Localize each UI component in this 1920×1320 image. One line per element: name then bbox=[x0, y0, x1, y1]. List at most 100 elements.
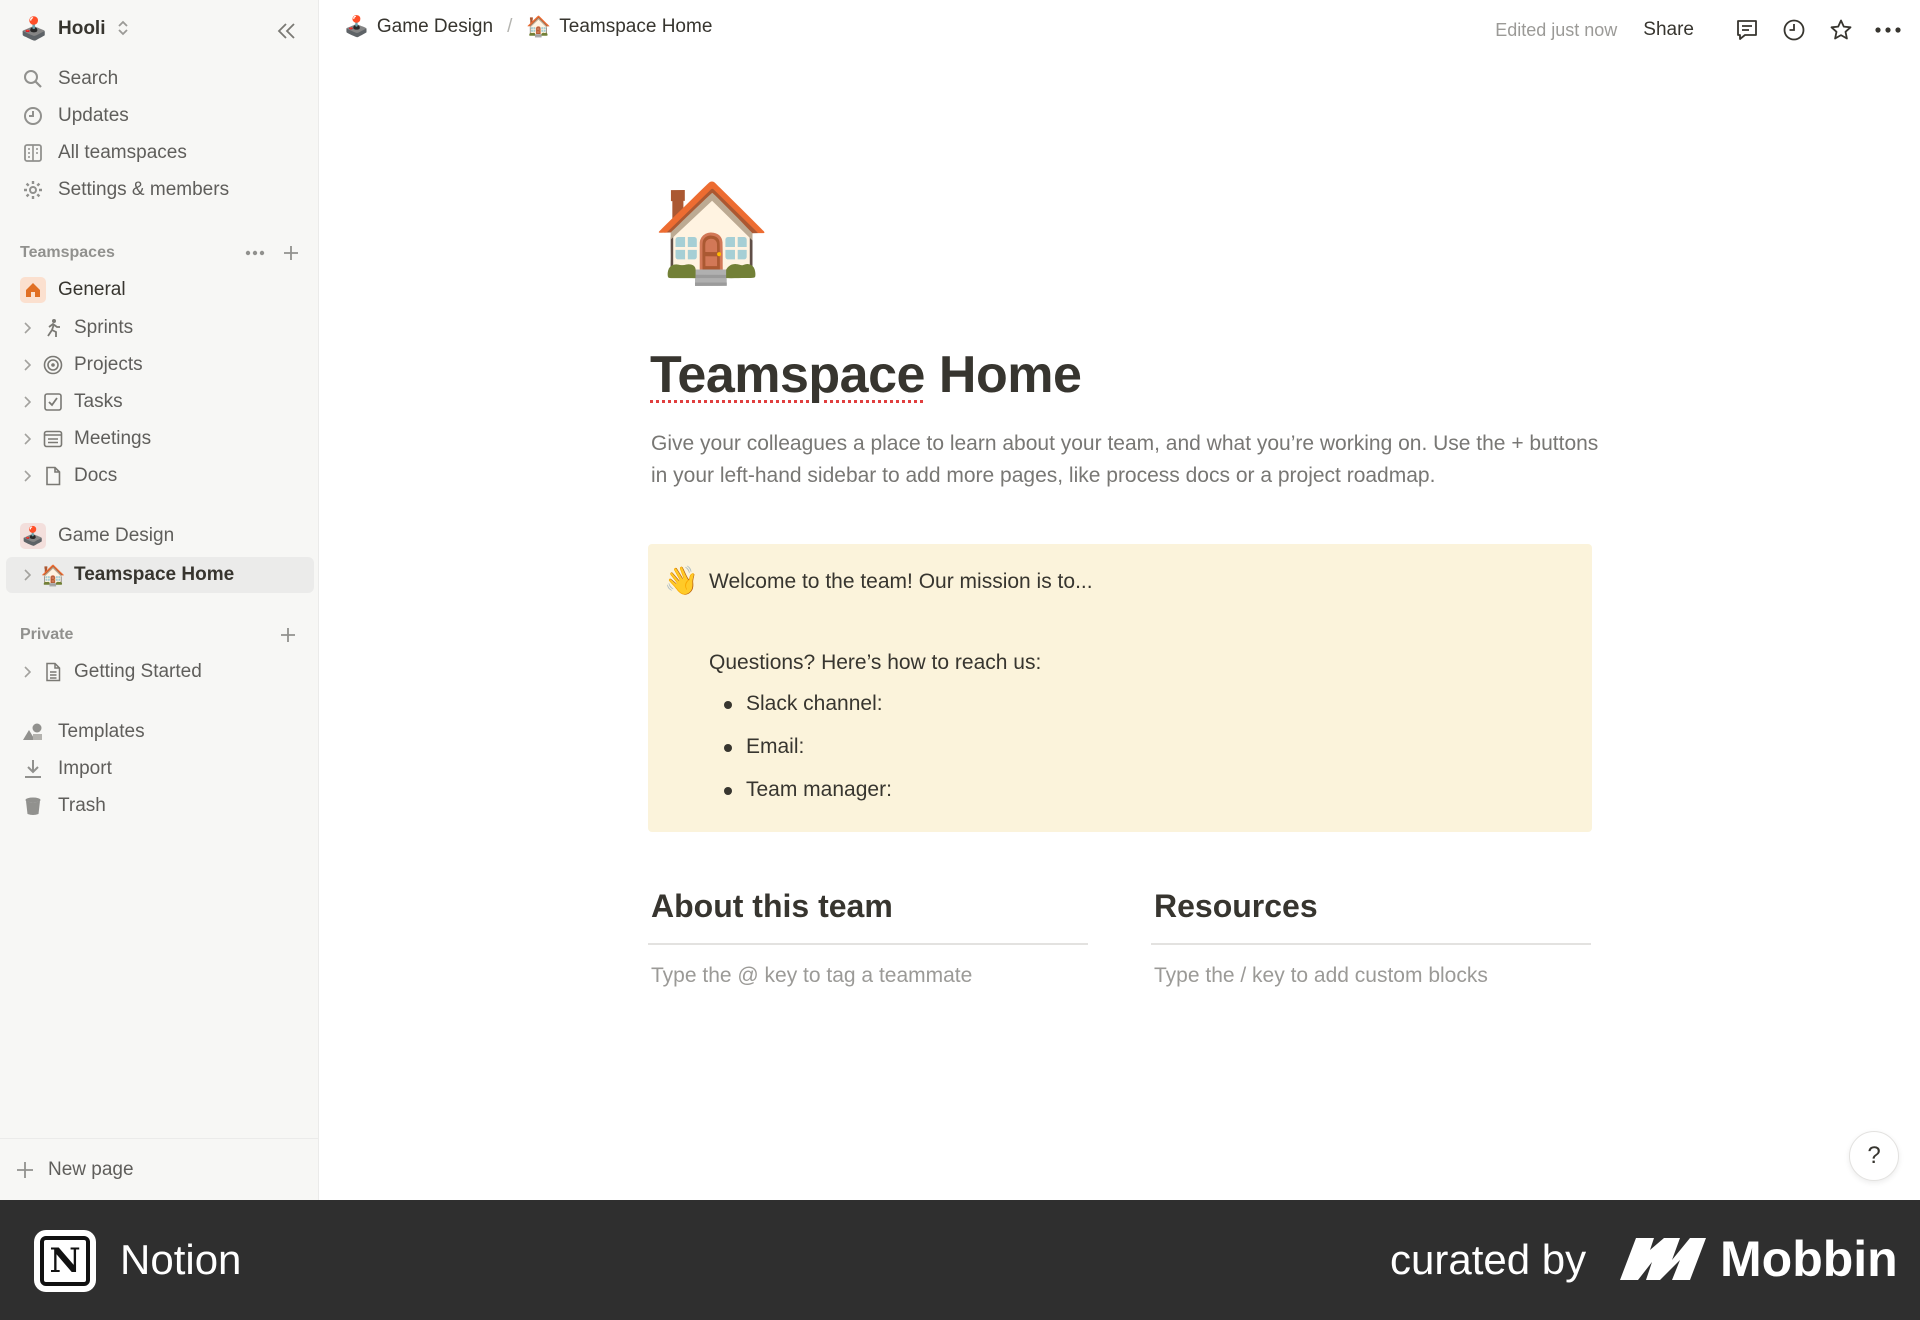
comments-icon[interactable] bbox=[1729, 12, 1765, 48]
sidebar-trash[interactable]: Trash bbox=[14, 788, 314, 824]
breadcrumb: 🕹️ Game Design / 🏠 Teamspace Home bbox=[344, 14, 712, 39]
breadcrumb-teamspace-home[interactable]: Teamspace Home bbox=[559, 16, 712, 38]
about-team-placeholder[interactable]: Type the @ key to tag a teammate bbox=[651, 964, 972, 988]
document-icon bbox=[40, 659, 66, 685]
private-actions bbox=[277, 624, 299, 646]
chevron-right-icon[interactable] bbox=[18, 430, 36, 448]
welcome-callout[interactable]: 👋 Welcome to the team! Our mission is to… bbox=[648, 544, 1592, 832]
sidebar-item-label: Projects bbox=[74, 354, 143, 375]
app-name: Notion bbox=[120, 1236, 242, 1283]
target-icon bbox=[40, 352, 66, 378]
share-button[interactable]: Share bbox=[1643, 19, 1694, 41]
sidebar-item-tasks[interactable]: Tasks bbox=[6, 384, 314, 420]
new-page-label: New page bbox=[48, 1158, 134, 1180]
clock-icon bbox=[20, 103, 46, 129]
page-title-word-1: Teamspace bbox=[650, 346, 925, 404]
sidebar-search[interactable]: Search bbox=[14, 61, 314, 97]
chevron-updown-icon bbox=[117, 20, 128, 38]
sidebar-search-label: Search bbox=[58, 68, 119, 89]
teamspaces-section-label: Teamspaces bbox=[20, 244, 115, 261]
page-house-icon[interactable]: 🏠 bbox=[652, 185, 772, 281]
breadcrumb-separator: / bbox=[507, 15, 513, 37]
sidebar-templates[interactable]: Templates bbox=[14, 714, 314, 750]
topbar-actions: Edited just now Share bbox=[1495, 12, 1906, 48]
sidebar-item-teamspace-home[interactable]: 🏠 Teamspace Home bbox=[6, 557, 314, 593]
joystick-tile-icon: 🕹️ bbox=[20, 523, 46, 549]
sidebar-templates-label: Templates bbox=[58, 721, 145, 742]
resources-heading[interactable]: Resources bbox=[1151, 888, 1591, 945]
trash-icon bbox=[20, 793, 46, 819]
sidebar-item-docs[interactable]: Docs bbox=[6, 458, 314, 494]
building-icon bbox=[20, 140, 46, 166]
sidebar-all-teamspaces-label: All teamspaces bbox=[58, 142, 187, 163]
workspace-name: Hooli bbox=[58, 18, 106, 39]
sidebar-all-teamspaces[interactable]: All teamspaces bbox=[14, 135, 314, 171]
add-private-page-icon[interactable] bbox=[277, 624, 299, 646]
chevron-right-icon[interactable] bbox=[18, 319, 36, 337]
checkbox-icon bbox=[40, 389, 66, 415]
general-label: General bbox=[58, 279, 126, 300]
about-team-heading[interactable]: About this team bbox=[648, 888, 1088, 945]
mobbin-logo: Mobbin bbox=[1620, 1230, 1898, 1288]
add-teamspace-icon[interactable] bbox=[280, 242, 302, 264]
resources-placeholder[interactable]: Type the / key to add custom blocks bbox=[1154, 964, 1488, 988]
sidebar-import[interactable]: Import bbox=[14, 751, 314, 787]
workspace-switcher[interactable]: 🕹️ Hooli bbox=[20, 15, 128, 43]
sidebar-item-projects[interactable]: Projects bbox=[6, 347, 314, 383]
house-emoji-icon: 🏠 bbox=[526, 16, 552, 38]
sidebar-item-label: Getting Started bbox=[74, 661, 202, 682]
contact-list: Slack channel: Email: Team manager: bbox=[724, 692, 892, 821]
house-emoji-icon: 🏠 bbox=[40, 564, 66, 587]
curated-by-label: curated by bbox=[1390, 1236, 1587, 1283]
new-page-button[interactable]: New page bbox=[0, 1138, 319, 1200]
help-button[interactable]: ? bbox=[1849, 1131, 1899, 1181]
runner-icon bbox=[40, 315, 66, 341]
sidebar-updates[interactable]: Updates bbox=[14, 98, 314, 134]
star-icon[interactable] bbox=[1823, 12, 1859, 48]
list-item[interactable]: Email: bbox=[724, 735, 892, 778]
page-description[interactable]: Give your colleagues a place to learn ab… bbox=[651, 428, 1601, 492]
callout-lead: Welcome to the team! Our mission is to..… bbox=[709, 570, 1093, 593]
list-item[interactable]: Slack channel: bbox=[724, 692, 892, 735]
history-clock-icon[interactable] bbox=[1776, 12, 1812, 48]
more-options-icon[interactable] bbox=[244, 242, 266, 264]
chevron-right-icon[interactable] bbox=[18, 663, 36, 681]
templates-icon bbox=[20, 719, 46, 745]
more-options-icon[interactable] bbox=[1870, 12, 1906, 48]
breadcrumb-game-design[interactable]: Game Design bbox=[377, 16, 493, 38]
teamspaces-actions bbox=[244, 242, 302, 264]
collapse-sidebar-icon[interactable] bbox=[272, 16, 302, 46]
chevron-right-icon[interactable] bbox=[18, 393, 36, 411]
document-icon bbox=[40, 463, 66, 489]
sidebar-settings[interactable]: Settings & members bbox=[14, 172, 314, 208]
chevron-right-icon[interactable] bbox=[18, 566, 36, 584]
sidebar-item-meetings[interactable]: Meetings bbox=[6, 421, 314, 457]
chevron-right-icon[interactable] bbox=[18, 356, 36, 374]
sidebar-teamspace-general[interactable]: General bbox=[14, 272, 314, 308]
list-item[interactable]: Team manager: bbox=[724, 778, 892, 821]
page-title[interactable]: Teamspace Home bbox=[650, 345, 1082, 405]
callout-question: Questions? Here’s how to reach us: bbox=[709, 651, 1042, 674]
joystick-emoji-icon: 🕹️ bbox=[344, 16, 369, 38]
private-section-label: Private bbox=[20, 626, 74, 643]
sidebar-item-sprints[interactable]: Sprints bbox=[6, 310, 314, 346]
game-design-label: Game Design bbox=[58, 525, 175, 546]
workspace-logo-icon: 🕹️ bbox=[20, 16, 48, 41]
sidebar-updates-label: Updates bbox=[58, 105, 129, 126]
sidebar-trash-label: Trash bbox=[58, 795, 106, 816]
attribution-banner: N Notion curated by Mobbin bbox=[0, 1200, 1920, 1320]
notes-icon bbox=[40, 426, 66, 452]
sidebar-item-getting-started[interactable]: Getting Started bbox=[6, 654, 314, 690]
topbar: 🕹️ Game Design / 🏠 Teamspace Home Edited… bbox=[320, 0, 1920, 60]
page-title-word-2: Home bbox=[938, 346, 1082, 404]
sidebar-item-label: Teamspace Home bbox=[74, 564, 235, 585]
mobbin-mark-icon bbox=[1620, 1238, 1706, 1280]
chevron-right-icon[interactable] bbox=[18, 467, 36, 485]
sidebar-import-label: Import bbox=[58, 758, 112, 779]
sidebar-item-label: Sprints bbox=[74, 317, 134, 338]
notion-logo-icon: N bbox=[34, 1230, 96, 1292]
sidebar-item-label: Meetings bbox=[74, 428, 152, 449]
gear-icon bbox=[20, 177, 46, 203]
sidebar-teamspace-game-design[interactable]: 🕹️ Game Design bbox=[14, 518, 314, 554]
plus-icon bbox=[16, 1161, 34, 1179]
